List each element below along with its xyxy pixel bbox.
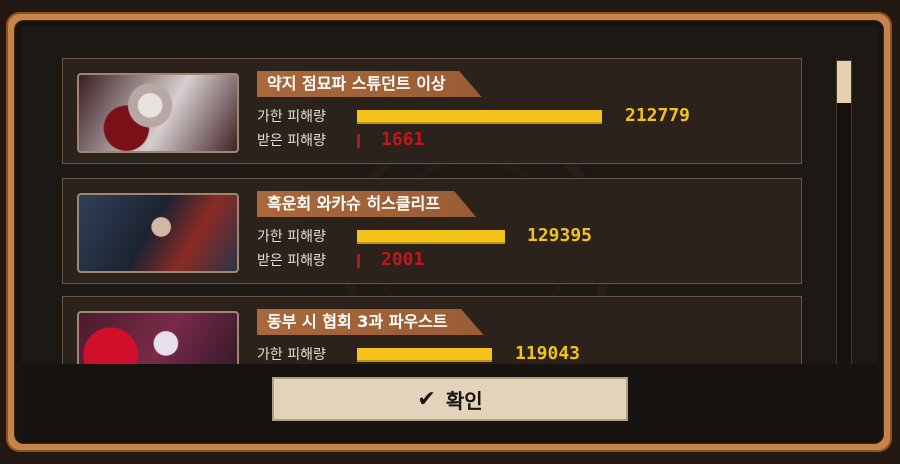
player-card-1: 약지 점묘파 스튜던트 이상 가한 피해량 212779 받은 피해량 1661 xyxy=(62,58,802,164)
dealt-bar-2 xyxy=(357,230,505,244)
taken-bar-1 xyxy=(357,134,360,148)
dealt-bar-3 xyxy=(357,348,492,362)
confirm-button[interactable]: ✔ 확인 xyxy=(272,377,628,421)
player-card-2: 흑운회 와카슈 히스클리프 가한 피해량 129395 받은 피해량 2001 xyxy=(62,178,802,284)
dealt-bar-1 xyxy=(357,110,602,124)
confirm-label: 확인 xyxy=(445,388,483,413)
taken-bar-track-2 xyxy=(357,254,361,268)
taken-label-2: 받은 피해량 xyxy=(257,253,326,269)
player-name-3: 동부 시 협회 3과 파우스트 xyxy=(257,309,484,335)
dealt-value-2: 129395 xyxy=(527,225,593,246)
scrollbar[interactable] xyxy=(836,60,852,366)
check-icon: ✔ xyxy=(417,386,436,412)
taken-bar-track-1 xyxy=(357,134,361,148)
dealt-label-1: 가한 피해량 xyxy=(257,109,326,125)
dealt-bar-track-1 xyxy=(357,110,607,124)
taken-bar-2 xyxy=(357,254,360,268)
dealt-label-3: 가한 피해량 xyxy=(257,347,326,363)
taken-label-1: 받은 피해량 xyxy=(257,133,326,149)
dealt-value-1: 212779 xyxy=(625,105,691,126)
dealt-value-3: 119043 xyxy=(515,343,581,364)
scrollbar-thumb[interactable] xyxy=(837,61,851,103)
taken-value-2: 2001 xyxy=(381,249,425,270)
player-name-1: 약지 점묘파 스튜던트 이상 xyxy=(257,71,482,97)
player-name-2: 흑운회 와카슈 히스클리프 xyxy=(257,191,477,217)
portrait-1 xyxy=(77,73,239,153)
portrait-2 xyxy=(77,193,239,273)
taken-value-1: 1661 xyxy=(381,129,425,150)
dealt-label-2: 가한 피해량 xyxy=(257,229,326,245)
